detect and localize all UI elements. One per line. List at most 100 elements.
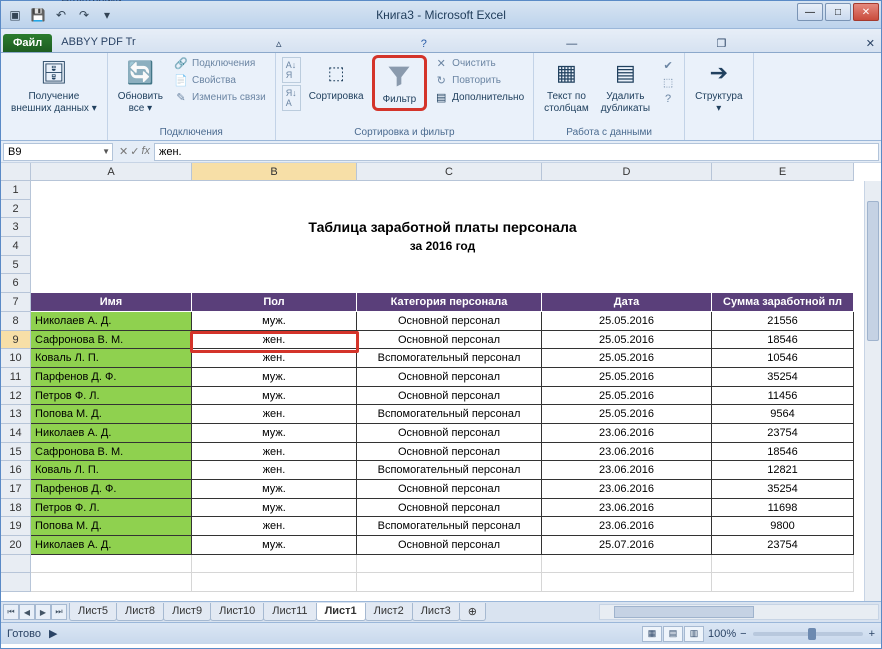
cell[interactable]: Николаев А. Д. <box>31 536 192 555</box>
cell[interactable]: 23.06.2016 <box>542 461 712 480</box>
sort-desc-button[interactable]: Я↓А <box>282 85 301 111</box>
reapply-button[interactable]: ↻Повторить <box>431 72 527 88</box>
close-button[interactable]: ✕ <box>853 3 879 21</box>
cell[interactable]: Таблица заработной платы персонала <box>31 218 854 237</box>
doc-min-button[interactable]: — <box>560 36 583 52</box>
properties-button[interactable]: 📄Свойства <box>171 72 269 88</box>
cell[interactable]: Основной персонал <box>357 424 542 443</box>
row-header[interactable]: 20 <box>1 536 31 555</box>
cell[interactable] <box>357 555 542 574</box>
cell[interactable]: Основной персонал <box>357 368 542 387</box>
cell[interactable]: Вспомогательный персонал <box>357 461 542 480</box>
whatif-button[interactable]: ? <box>658 91 678 107</box>
outline-button[interactable]: ➔ Структура ▾ <box>691 55 746 116</box>
help-icon[interactable]: ? <box>415 36 433 52</box>
scrollbar-thumb[interactable] <box>867 201 879 341</box>
sheet-prev-button[interactable]: ◀ <box>19 604 35 620</box>
enter-formula-icon[interactable]: ✓ <box>130 145 139 158</box>
cell[interactable]: Вспомогательный персонал <box>357 405 542 424</box>
row-header[interactable]: 14 <box>1 424 31 443</box>
maximize-button[interactable]: □ <box>825 3 851 21</box>
redo-button[interactable]: ↷ <box>74 5 94 25</box>
zoom-level[interactable]: 100% <box>708 628 736 640</box>
scrollbar-thumb[interactable] <box>614 606 754 618</box>
cell[interactable] <box>542 200 712 219</box>
cell[interactable]: Попова М. Д. <box>31 405 192 424</box>
cell[interactable] <box>192 200 357 219</box>
cell[interactable]: 23.06.2016 <box>542 443 712 462</box>
cell[interactable] <box>357 274 542 293</box>
cell[interactable] <box>542 555 712 574</box>
row-header[interactable]: 6 <box>1 274 31 293</box>
cell[interactable] <box>357 181 542 200</box>
cell[interactable]: жен. <box>192 331 357 350</box>
consolidate-button[interactable]: ⬚ <box>658 74 678 90</box>
cell[interactable]: Дата <box>542 293 712 312</box>
remove-duplicates-button[interactable]: ▤ Удалить дубликаты <box>597 55 654 116</box>
cell[interactable]: Петров Ф. Л. <box>31 499 192 518</box>
horizontal-scrollbar[interactable] <box>599 604 879 620</box>
refresh-all-button[interactable]: 🔄 Обновить все ▾ <box>114 55 167 116</box>
row-header[interactable]: 12 <box>1 387 31 406</box>
cell[interactable]: 23.06.2016 <box>542 480 712 499</box>
cell[interactable]: 25.05.2016 <box>542 331 712 350</box>
row-header[interactable] <box>1 573 31 592</box>
fx-icon[interactable]: fx <box>141 145 150 158</box>
column-header[interactable]: E <box>712 163 854 181</box>
cell[interactable] <box>31 256 192 275</box>
cell[interactable]: Основной персонал <box>357 443 542 462</box>
cell[interactable]: 25.05.2016 <box>542 312 712 331</box>
cell[interactable]: за 2016 год <box>31 237 854 256</box>
cell[interactable] <box>542 181 712 200</box>
view-normal-button[interactable]: ▦ <box>642 626 662 642</box>
row-header[interactable]: 10 <box>1 349 31 368</box>
zoom-in-button[interactable]: + <box>869 628 875 640</box>
cell[interactable]: Вспомогательный персонал <box>357 349 542 368</box>
cell[interactable]: Основной персонал <box>357 387 542 406</box>
row-header[interactable]: 3 <box>1 218 31 237</box>
sheet-tab[interactable]: Лист1 <box>316 603 366 621</box>
cell[interactable]: 35254 <box>712 480 854 499</box>
cell[interactable] <box>712 256 854 275</box>
cell[interactable]: 9800 <box>712 517 854 536</box>
chevron-down-icon[interactable]: ▼ <box>102 147 110 156</box>
column-header[interactable]: C <box>357 163 542 181</box>
cell[interactable] <box>357 200 542 219</box>
excel-icon[interactable]: ▣ <box>5 5 25 25</box>
row-header[interactable]: 2 <box>1 200 31 219</box>
get-external-data-button[interactable]: 🗄 Получение внешних данных ▾ <box>7 55 101 116</box>
cell[interactable]: муж. <box>192 387 357 406</box>
name-box[interactable]: B9▼ <box>3 143 113 161</box>
cell[interactable]: жен. <box>192 405 357 424</box>
row-header[interactable]: 5 <box>1 256 31 275</box>
cell[interactable] <box>31 274 192 293</box>
cell[interactable]: Сафронова В. М. <box>31 331 192 350</box>
cell[interactable] <box>542 256 712 275</box>
edit-links-button[interactable]: ✎Изменить связи <box>171 89 269 105</box>
cell[interactable]: 23754 <box>712 536 854 555</box>
cell[interactable]: Основной персонал <box>357 536 542 555</box>
doc-restore-button[interactable]: ❐ <box>711 35 733 52</box>
cell[interactable]: Пол <box>192 293 357 312</box>
connections-button[interactable]: 🔗Подключения <box>171 55 269 71</box>
row-header[interactable]: 4 <box>1 237 31 256</box>
save-button[interactable]: 💾 <box>28 5 48 25</box>
sheet-last-button[interactable]: ⏭ <box>51 604 67 620</box>
sheet-tab[interactable]: Лист11 <box>263 603 316 621</box>
cell[interactable]: Петров Ф. Л. <box>31 387 192 406</box>
sheet-tab[interactable]: Лист9 <box>163 603 211 621</box>
cell[interactable]: Попова М. Д. <box>31 517 192 536</box>
cell[interactable] <box>542 573 712 592</box>
row-header[interactable]: 11 <box>1 368 31 387</box>
column-header[interactable]: A <box>31 163 192 181</box>
cell[interactable]: 11456 <box>712 387 854 406</box>
zoom-slider[interactable] <box>753 632 863 636</box>
row-header[interactable]: 1 <box>1 181 31 200</box>
cell[interactable]: Коваль Л. П. <box>31 461 192 480</box>
cell[interactable]: 23754 <box>712 424 854 443</box>
cell[interactable]: муж. <box>192 312 357 331</box>
advanced-filter-button[interactable]: ▤Дополнительно <box>431 89 527 105</box>
cell[interactable]: жен. <box>192 349 357 368</box>
cell[interactable]: Основной персонал <box>357 331 542 350</box>
cancel-formula-icon[interactable]: ✕ <box>119 145 128 158</box>
